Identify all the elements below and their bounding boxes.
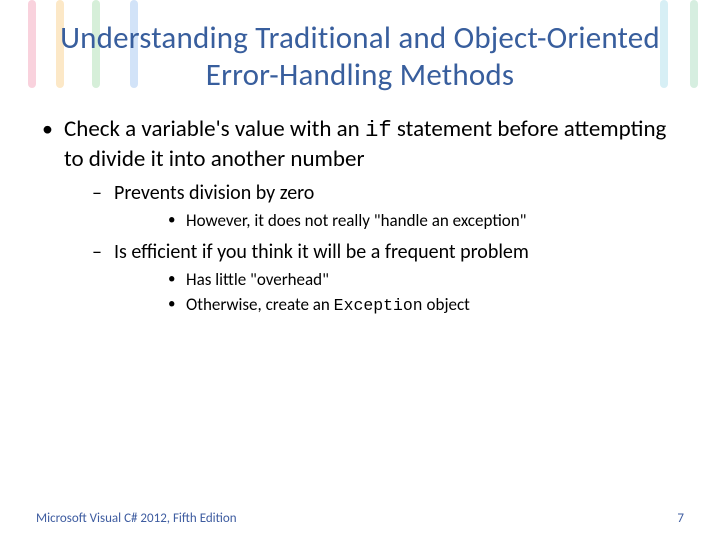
bullet-text: Is efficient if you think it will be a f… [114, 240, 529, 264]
slide: Understanding Traditional and Object-Ori… [0, 0, 720, 540]
slide-footer: Microsoft Visual C# 2012, Fifth Edition … [36, 511, 684, 526]
bullet-text: Has little "overhead" [186, 269, 329, 290]
page-number: 7 [677, 511, 684, 526]
inline-code-if: if [365, 117, 392, 143]
bullet-text: Otherwise, create an [186, 294, 334, 315]
bullet-l2: Is efficient if you think it will be a f… [64, 239, 684, 317]
bullet-list: Check a variable's value with an if stat… [36, 115, 684, 317]
bullet-text: Prevents division by zero [114, 181, 314, 205]
bullet-l3: Otherwise, create an Exception object [114, 294, 684, 317]
inline-code-exception: Exception [334, 296, 423, 315]
footer-text: Microsoft Visual C# 2012, Fifth Edition [36, 511, 237, 526]
bullet-l3: However, it does not really "handle an e… [114, 210, 684, 233]
bullet-l1: Check a variable's value with an if stat… [36, 115, 684, 317]
bullet-text: object [423, 294, 470, 315]
bullet-text: However, it does not really "handle an e… [186, 210, 527, 231]
bullet-l2: Prevents division by zero However, it do… [64, 180, 684, 233]
bullet-text: Check a variable's value with an [64, 115, 365, 143]
bullet-l3: Has little "overhead" [114, 269, 684, 292]
slide-title: Understanding Traditional and Object-Ori… [36, 20, 684, 93]
